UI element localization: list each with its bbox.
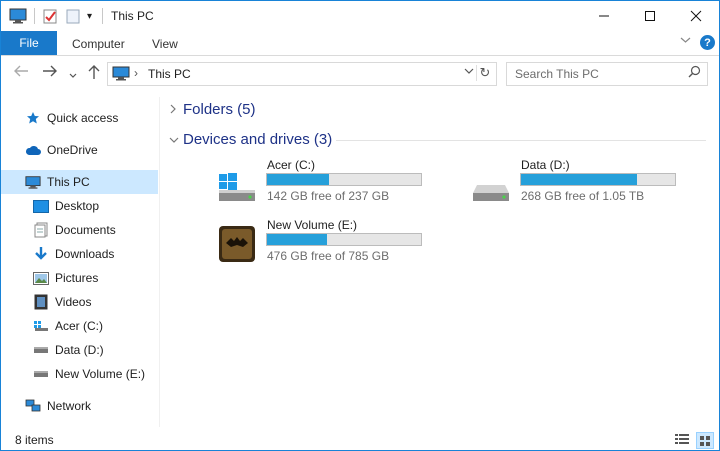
windows-drive-icon [33,318,49,334]
search-placeholder: Search This PC [515,67,599,81]
expand-ribbon-icon[interactable] [680,35,691,47]
drive-tile-acer-c[interactable]: Acer (C:) 142 GB free of 237 GB [217,158,427,208]
sidebar-item-label: Acer (C:) [55,319,103,333]
tab-computer[interactable]: Computer [72,37,125,51]
sidebar-item-label: Desktop [55,199,100,213]
sidebar-item-label: Quick access [47,111,119,125]
sidebar-item-network[interactable]: Network [1,394,158,418]
title-bar: ▾ This PC [1,1,719,31]
sidebar-item-new-volume-e[interactable]: New Volume (E:) [1,362,158,386]
tab-file[interactable]: File [1,31,57,55]
documents-icon [33,222,49,238]
search-input[interactable]: Search This PC [506,62,708,86]
group-devices-and-drives[interactable]: Devices and drives (3) [169,131,332,148]
sidebar-item-label: This PC [47,175,90,189]
sidebar-item-this-pc[interactable]: This PC [1,170,158,194]
sidebar-item-label: Data (D:) [55,343,104,357]
windows-drive-icon [217,163,257,203]
sidebar-item-label: OneDrive [47,143,98,157]
drive-free-space: 476 GB free of 785 GB [267,249,390,263]
drive-usage-fill [267,174,329,185]
chevron-down-icon[interactable] [169,133,183,147]
breadcrumb[interactable]: This PC [148,67,191,81]
download-icon [33,246,49,262]
drive-free-space: 142 GB free of 237 GB [267,189,390,203]
sidebar-item-documents[interactable]: Documents [1,218,158,242]
sidebar-item-quick-access[interactable]: Quick access [1,106,158,130]
sidebar-item-onedrive[interactable]: OneDrive [1,138,158,162]
sidebar-item-label: Videos [55,295,92,309]
sidebar-item-videos[interactable]: Videos [1,290,158,314]
drive-tile-new-volume-e[interactable]: New Volume (E:) 476 GB free of 785 GB [217,218,427,268]
computer-icon [25,174,41,190]
drive-usage-fill [267,234,328,245]
back-button[interactable] [13,64,29,83]
desktop-icon [33,198,49,214]
window-title: This PC [111,9,154,23]
recent-locations-icon[interactable] [69,66,77,84]
item-count: 8 items [15,433,54,447]
sidebar-item-label: Network [47,399,92,413]
sidebar-item-acer-c[interactable]: Acer (C:) [1,314,158,338]
sidebar-item-label: Pictures [55,271,99,285]
sidebar-item-label: Documents [55,223,116,237]
chevron-right-icon[interactable] [169,103,183,117]
videos-icon [33,294,49,310]
pane-splitter[interactable] [159,97,160,427]
sidebar-item-label: Downloads [55,247,115,261]
drive-name: New Volume (E:) [267,218,358,232]
sidebar-item-downloads[interactable]: Downloads [1,242,158,266]
customize-toolbar-icon[interactable]: ▾ [87,7,92,25]
sidebar-item-pictures[interactable]: Pictures [1,266,158,290]
new-folder-icon[interactable] [65,7,81,25]
cloud-icon [25,142,41,158]
search-icon[interactable] [688,65,701,81]
computer-icon[interactable] [9,7,27,25]
navigation-bar: › This PC ↻ Search This PC [1,56,719,90]
group-folders[interactable]: Folders (5) [169,101,256,118]
group-divider [336,140,706,141]
help-button[interactable]: ? [700,35,715,50]
drive-usage-bar [266,173,422,186]
forward-button[interactable] [42,64,58,83]
drive-name: Acer (C:) [267,158,315,172]
sidebar-item-desktop[interactable]: Desktop [1,194,158,218]
refresh-icon[interactable]: ↻ [476,65,493,81]
bat-drive-icon [217,223,257,263]
up-button[interactable] [87,64,101,85]
group-label: Devices and drives (3) [183,131,333,148]
sidebar-item-data-d[interactable]: Data (D:) [1,338,158,362]
maximize-button[interactable] [627,1,673,31]
drive-name: Data (D:) [521,158,570,172]
minimize-button[interactable] [581,1,627,31]
drive-tile-data-d[interactable]: Data (D:) 268 GB free of 1.05 TB [471,158,681,208]
drive-free-space: 268 GB free of 1.05 TB [521,189,645,203]
computer-icon [112,66,130,84]
pictures-icon [33,270,49,286]
sidebar-item-label: New Volume (E:) [55,367,146,381]
divider [102,8,103,24]
close-button[interactable] [673,1,719,31]
drive-usage-bar [520,173,676,186]
address-bar[interactable]: › This PC ↻ [107,62,497,86]
status-bar: 8 items [1,429,719,450]
divider [34,8,35,24]
properties-icon[interactable] [42,7,58,25]
chevron-right-icon[interactable]: › [134,66,138,80]
navigation-pane: Quick access OneDrive This PC Desktop Do… [1,97,159,427]
chevron-down-icon[interactable] [464,67,474,78]
drive-icon [471,163,511,203]
drive-usage-fill [521,174,637,185]
group-label: Folders (5) [183,101,256,118]
drive-icon [33,366,49,382]
explorer-window: ▾ This PC File Computer View ? › This PC… [0,0,720,451]
ribbon: File Computer View ? [1,31,719,56]
network-icon [25,398,41,414]
tab-view[interactable]: View [152,37,178,51]
tiles-view-icon[interactable] [696,432,714,449]
drive-icon [33,342,49,358]
drive-usage-bar [266,233,422,246]
details-view-icon[interactable] [674,433,690,449]
star-icon [25,110,41,126]
